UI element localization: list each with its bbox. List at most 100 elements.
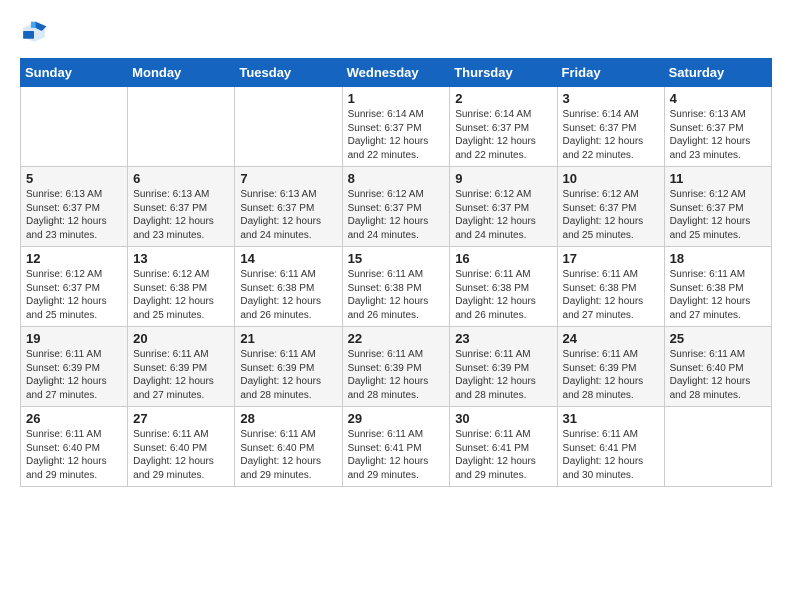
- day-info: Sunrise: 6:11 AM Sunset: 6:39 PM Dayligh…: [26, 348, 122, 402]
- header: [20, 20, 772, 42]
- day-number: 3: [563, 91, 659, 106]
- calendar-cell: 9 Sunrise: 6:12 AM Sunset: 6:37 PM Daylig…: [450, 167, 557, 247]
- day-number: 12: [26, 251, 122, 266]
- day-number: 22: [348, 331, 445, 346]
- day-number: 13: [133, 251, 229, 266]
- day-info: Sunrise: 6:11 AM Sunset: 6:40 PM Dayligh…: [26, 428, 122, 482]
- calendar-cell: 19 Sunrise: 6:11 AM Sunset: 6:39 PM Dayli…: [21, 327, 128, 407]
- calendar-row-0: 1Sunrise: 6:14 AM Sunset: 6:37 PM Daylig…: [21, 87, 772, 167]
- day-info: Sunrise: 6:11 AM Sunset: 6:38 PM Dayligh…: [563, 268, 659, 322]
- day-number: 26: [26, 411, 122, 426]
- day-number: 5: [26, 171, 122, 186]
- calendar-cell: 20 Sunrise: 6:11 AM Sunset: 6:39 PM Dayli…: [128, 327, 235, 407]
- calendar-cell: 1Sunrise: 6:14 AM Sunset: 6:37 PM Daylig…: [342, 87, 450, 167]
- calendar-cell: 24Sunrise: 6:11 AM Sunset: 6:39 PM Dayli…: [557, 327, 664, 407]
- day-info: Sunrise: 6:11 AM Sunset: 6:39 PM Dayligh…: [563, 348, 659, 402]
- calendar-cell: 16Sunrise: 6:11 AM Sunset: 6:38 PM Dayli…: [450, 247, 557, 327]
- day-number: 27: [133, 411, 229, 426]
- weekday-header-row: SundayMondayTuesdayWednesdayThursdayFrid…: [21, 59, 772, 87]
- day-number: 15: [348, 251, 445, 266]
- calendar-cell: 4 Sunrise: 6:13 AM Sunset: 6:37 PM Daylig…: [664, 87, 771, 167]
- day-info: Sunrise: 6:11 AM Sunset: 6:38 PM Dayligh…: [348, 268, 445, 322]
- day-number: 11: [670, 171, 766, 186]
- calendar-cell: 30 Sunrise: 6:11 AM Sunset: 6:41 PM Dayli…: [450, 407, 557, 487]
- day-number: 2: [455, 91, 551, 106]
- day-number: 21: [240, 331, 336, 346]
- day-number: 4: [670, 91, 766, 106]
- day-info: Sunrise: 6:13 AM Sunset: 6:37 PM Dayligh…: [133, 188, 229, 242]
- day-number: 23: [455, 331, 551, 346]
- weekday-header-friday: Friday: [557, 59, 664, 87]
- day-info: Sunrise: 6:12 AM Sunset: 6:37 PM Dayligh…: [348, 188, 445, 242]
- day-info: Sunrise: 6:13 AM Sunset: 6:37 PM Dayligh…: [240, 188, 336, 242]
- calendar-cell: 10 Sunrise: 6:12 AM Sunset: 6:37 PM Dayli…: [557, 167, 664, 247]
- calendar-cell: 18 Sunrise: 6:11 AM Sunset: 6:38 PM Dayli…: [664, 247, 771, 327]
- weekday-header-monday: Monday: [128, 59, 235, 87]
- calendar-cell: 27 Sunrise: 6:11 AM Sunset: 6:40 PM Dayli…: [128, 407, 235, 487]
- day-number: 9: [455, 171, 551, 186]
- calendar-cell: 15 Sunrise: 6:11 AM Sunset: 6:38 PM Dayli…: [342, 247, 450, 327]
- day-info: Sunrise: 6:11 AM Sunset: 6:39 PM Dayligh…: [455, 348, 551, 402]
- day-info: Sunrise: 6:11 AM Sunset: 6:41 PM Dayligh…: [348, 428, 445, 482]
- calendar-cell: 31 Sunrise: 6:11 AM Sunset: 6:41 PM Dayli…: [557, 407, 664, 487]
- calendar-cell: [235, 87, 342, 167]
- day-number: 28: [240, 411, 336, 426]
- calendar-cell: 11Sunrise: 6:12 AM Sunset: 6:37 PM Dayli…: [664, 167, 771, 247]
- day-number: 7: [240, 171, 336, 186]
- day-number: 16: [455, 251, 551, 266]
- day-info: Sunrise: 6:11 AM Sunset: 6:38 PM Dayligh…: [670, 268, 766, 322]
- day-info: Sunrise: 6:11 AM Sunset: 6:39 PM Dayligh…: [240, 348, 336, 402]
- day-number: 18: [670, 251, 766, 266]
- calendar-cell: 12 Sunrise: 6:12 AM Sunset: 6:37 PM Dayli…: [21, 247, 128, 327]
- day-info: Sunrise: 6:11 AM Sunset: 6:38 PM Dayligh…: [240, 268, 336, 322]
- calendar-cell: 8 Sunrise: 6:12 AM Sunset: 6:37 PM Daylig…: [342, 167, 450, 247]
- calendar-cell: 17 Sunrise: 6:11 AM Sunset: 6:38 PM Dayli…: [557, 247, 664, 327]
- day-number: 30: [455, 411, 551, 426]
- calendar-table: SundayMondayTuesdayWednesdayThursdayFrid…: [20, 58, 772, 487]
- page: SundayMondayTuesdayWednesdayThursdayFrid…: [0, 0, 792, 507]
- logo: [20, 20, 52, 42]
- day-info: Sunrise: 6:11 AM Sunset: 6:39 PM Dayligh…: [133, 348, 229, 402]
- weekday-header-wednesday: Wednesday: [342, 59, 450, 87]
- day-info: Sunrise: 6:12 AM Sunset: 6:37 PM Dayligh…: [563, 188, 659, 242]
- day-info: Sunrise: 6:11 AM Sunset: 6:40 PM Dayligh…: [133, 428, 229, 482]
- day-info: Sunrise: 6:12 AM Sunset: 6:37 PM Dayligh…: [455, 188, 551, 242]
- calendar-cell: 13 Sunrise: 6:12 AM Sunset: 6:38 PM Dayli…: [128, 247, 235, 327]
- calendar-cell: 14Sunrise: 6:11 AM Sunset: 6:38 PM Dayli…: [235, 247, 342, 327]
- calendar-cell: [664, 407, 771, 487]
- day-info: Sunrise: 6:11 AM Sunset: 6:40 PM Dayligh…: [240, 428, 336, 482]
- day-info: Sunrise: 6:12 AM Sunset: 6:37 PM Dayligh…: [26, 268, 122, 322]
- day-info: Sunrise: 6:12 AM Sunset: 6:38 PM Dayligh…: [133, 268, 229, 322]
- calendar-cell: 23 Sunrise: 6:11 AM Sunset: 6:39 PM Dayli…: [450, 327, 557, 407]
- calendar-cell: 3 Sunrise: 6:14 AM Sunset: 6:37 PM Daylig…: [557, 87, 664, 167]
- day-number: 6: [133, 171, 229, 186]
- weekday-header-saturday: Saturday: [664, 59, 771, 87]
- day-info: Sunrise: 6:14 AM Sunset: 6:37 PM Dayligh…: [563, 108, 659, 162]
- calendar-cell: 2Sunrise: 6:14 AM Sunset: 6:37 PM Daylig…: [450, 87, 557, 167]
- day-info: Sunrise: 6:11 AM Sunset: 6:41 PM Dayligh…: [455, 428, 551, 482]
- day-number: 20: [133, 331, 229, 346]
- calendar-row-4: 26 Sunrise: 6:11 AM Sunset: 6:40 PM Dayli…: [21, 407, 772, 487]
- day-number: 19: [26, 331, 122, 346]
- day-info: Sunrise: 6:13 AM Sunset: 6:37 PM Dayligh…: [670, 108, 766, 162]
- day-number: 8: [348, 171, 445, 186]
- weekday-header-thursday: Thursday: [450, 59, 557, 87]
- day-info: Sunrise: 6:11 AM Sunset: 6:41 PM Dayligh…: [563, 428, 659, 482]
- calendar-cell: 6 Sunrise: 6:13 AM Sunset: 6:37 PM Daylig…: [128, 167, 235, 247]
- weekday-header-sunday: Sunday: [21, 59, 128, 87]
- day-number: 10: [563, 171, 659, 186]
- calendar-cell: [21, 87, 128, 167]
- day-number: 31: [563, 411, 659, 426]
- day-number: 25: [670, 331, 766, 346]
- logo-icon: [20, 20, 48, 42]
- day-info: Sunrise: 6:14 AM Sunset: 6:37 PM Dayligh…: [348, 108, 445, 162]
- calendar-cell: 29Sunrise: 6:11 AM Sunset: 6:41 PM Dayli…: [342, 407, 450, 487]
- calendar-cell: 25Sunrise: 6:11 AM Sunset: 6:40 PM Dayli…: [664, 327, 771, 407]
- calendar-row-3: 19 Sunrise: 6:11 AM Sunset: 6:39 PM Dayli…: [21, 327, 772, 407]
- day-number: 17: [563, 251, 659, 266]
- day-info: Sunrise: 6:13 AM Sunset: 6:37 PM Dayligh…: [26, 188, 122, 242]
- calendar-cell: 26 Sunrise: 6:11 AM Sunset: 6:40 PM Dayli…: [21, 407, 128, 487]
- calendar-cell: [128, 87, 235, 167]
- calendar-cell: 28 Sunrise: 6:11 AM Sunset: 6:40 PM Dayli…: [235, 407, 342, 487]
- calendar-cell: 21 Sunrise: 6:11 AM Sunset: 6:39 PM Dayli…: [235, 327, 342, 407]
